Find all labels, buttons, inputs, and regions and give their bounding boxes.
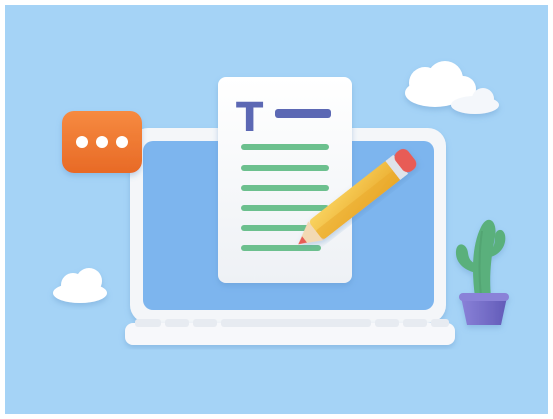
document-heading-line — [275, 109, 331, 118]
cloud-icon — [405, 61, 499, 114]
chat-bubble-icon — [62, 111, 142, 173]
cactus-icon — [455, 219, 509, 325]
illustration-canvas: T — [53, 61, 509, 345]
illustration-scene: T — [5, 5, 548, 414]
cloud-icon — [53, 268, 107, 303]
document-heading-letter: T — [236, 95, 264, 141]
document-icon: T — [218, 77, 352, 283]
